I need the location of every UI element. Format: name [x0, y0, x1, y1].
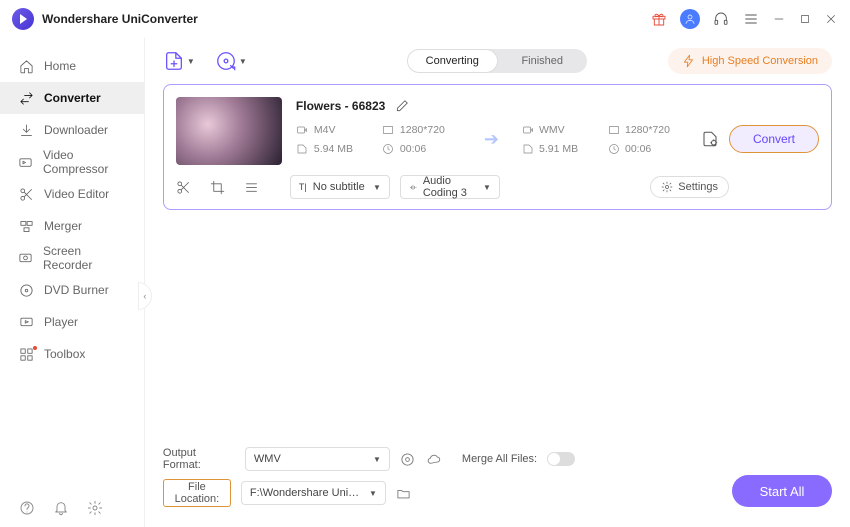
output-settings-icon[interactable]: [701, 130, 719, 148]
app-title: Wondershare UniConverter: [42, 12, 198, 26]
edit-name-icon[interactable]: [393, 97, 411, 115]
sidebar-item-compressor[interactable]: Video Compressor: [0, 146, 144, 178]
file-location-label: File Location:: [163, 479, 231, 507]
audio-select[interactable]: Audio Coding 3▼: [400, 175, 500, 199]
disc-icon: [18, 282, 34, 298]
window-close-icon[interactable]: [824, 10, 838, 28]
converter-icon: [18, 90, 34, 106]
video-format-icon: [521, 123, 534, 136]
subtitle-select[interactable]: T|No subtitle▼: [290, 175, 390, 199]
chevron-down-icon: ▼: [239, 57, 247, 66]
scissors-icon: [18, 186, 34, 202]
output-format-select[interactable]: WMV▼: [245, 447, 390, 471]
help-icon[interactable]: [18, 499, 36, 517]
crop-icon[interactable]: [210, 179, 226, 195]
sidebar-item-player[interactable]: Player: [0, 306, 144, 338]
resolution-icon: [607, 123, 620, 136]
file-name: Flowers - 66823: [296, 99, 385, 113]
arrow-right-icon: ➔: [476, 129, 507, 150]
window-minimize-icon[interactable]: [772, 10, 786, 28]
resolution-icon: [382, 123, 395, 136]
duration-icon: [607, 142, 620, 155]
sidebar-item-downloader[interactable]: Downloader: [0, 114, 144, 146]
sidebar-item-label: Downloader: [44, 123, 108, 137]
user-avatar-icon[interactable]: [680, 9, 700, 29]
merge-label: Merge All Files:: [462, 453, 537, 465]
window-maximize-icon[interactable]: [798, 10, 812, 28]
add-file-button[interactable]: ▼: [163, 50, 195, 72]
chevron-down-icon: ▼: [483, 183, 491, 192]
menu-icon[interactable]: [742, 10, 760, 28]
sidebar-item-toolbox[interactable]: Toolbox: [0, 338, 144, 370]
video-format-icon: [296, 123, 309, 136]
sidebar-item-label: Toolbox: [44, 347, 85, 361]
merge-toggle[interactable]: [547, 452, 575, 466]
sidebar-item-merger[interactable]: Merger: [0, 210, 144, 242]
video-thumbnail[interactable]: [176, 97, 282, 165]
app-logo-icon: [12, 8, 34, 30]
trim-icon[interactable]: [176, 179, 192, 195]
high-speed-label: High Speed Conversion: [702, 55, 818, 67]
sidebar-item-label: Converter: [44, 91, 101, 105]
sidebar-item-recorder[interactable]: Screen Recorder: [0, 242, 144, 274]
headset-icon[interactable]: [712, 10, 730, 28]
output-format-label: Output Format:: [163, 447, 235, 471]
record-icon: [18, 250, 33, 266]
sidebar-item-editor[interactable]: Video Editor: [0, 178, 144, 210]
settings-button[interactable]: Settings: [650, 176, 729, 198]
file-card: Flowers - 66823 M4V 1280*720 5.94 MB 00:…: [163, 84, 832, 210]
home-icon: [18, 58, 34, 74]
chevron-down-icon: ▼: [369, 489, 377, 498]
chevron-down-icon: ▼: [187, 57, 195, 66]
sidebar-item-label: Video Compressor: [43, 148, 126, 176]
sidebar: Home Converter Downloader Video Compress…: [0, 38, 145, 527]
start-all-button[interactable]: Start All: [732, 475, 832, 507]
settings-icon[interactable]: [86, 499, 104, 517]
sidebar-item-label: Screen Recorder: [43, 244, 126, 272]
tab-finished[interactable]: Finished: [498, 49, 587, 73]
more-icon[interactable]: [244, 179, 260, 195]
play-icon: [18, 314, 34, 330]
sidebar-item-home[interactable]: Home: [0, 50, 144, 82]
sidebar-item-converter[interactable]: Converter: [0, 82, 144, 114]
duration-icon: [382, 142, 395, 155]
sidebar-item-label: Merger: [44, 219, 82, 233]
chevron-down-icon: ▼: [373, 183, 381, 192]
convert-button[interactable]: Convert: [729, 125, 819, 153]
tab-converting[interactable]: Converting: [407, 49, 498, 73]
sidebar-item-dvd[interactable]: DVD Burner: [0, 274, 144, 306]
file-size-icon: [521, 142, 534, 155]
file-size-icon: [296, 142, 309, 155]
sidebar-item-label: Video Editor: [44, 187, 109, 201]
gift-icon[interactable]: [650, 10, 668, 28]
cloud-icon[interactable]: [426, 451, 442, 467]
high-speed-button[interactable]: High Speed Conversion: [668, 48, 832, 74]
grid-icon: [18, 346, 34, 362]
download-icon: [18, 122, 34, 138]
sidebar-item-label: Home: [44, 59, 76, 73]
open-folder-icon[interactable]: [396, 485, 412, 501]
merge-icon: [18, 218, 34, 234]
file-location-select[interactable]: F:\Wondershare UniConverter▼: [241, 481, 386, 505]
auto-gear-icon[interactable]: [400, 451, 416, 467]
sidebar-item-label: Player: [44, 315, 78, 329]
compress-icon: [18, 154, 33, 170]
add-dvd-button[interactable]: ▼: [215, 50, 247, 72]
bell-icon[interactable]: [52, 499, 70, 517]
chevron-down-icon: ▼: [373, 455, 381, 464]
sidebar-item-label: DVD Burner: [44, 283, 109, 297]
